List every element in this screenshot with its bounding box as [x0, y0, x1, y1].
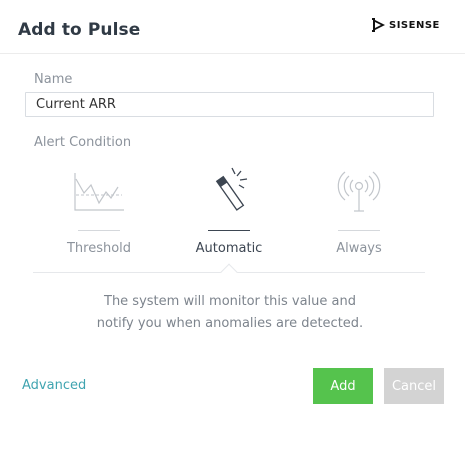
description-line-1: The system will monitor this value and	[104, 294, 356, 309]
alert-option-automatic[interactable]: Automatic	[184, 165, 274, 265]
alert-option-always[interactable]: Always	[314, 165, 404, 265]
threshold-label: Threshold	[66, 241, 132, 256]
automatic-underline	[208, 230, 250, 231]
add-button[interactable]: Add	[313, 368, 373, 404]
name-input[interactable]	[25, 92, 434, 117]
description-line-2: notify you when anomalies are detected.	[96, 316, 364, 331]
magic-wand-icon	[215, 167, 248, 211]
name-label: Name	[34, 72, 73, 87]
selection-pointer	[220, 263, 238, 281]
sisense-logo-icon	[372, 18, 385, 32]
threshold-chart-icon	[74, 173, 124, 211]
dialog-header: Add to Pulse SISENSE	[0, 0, 465, 54]
alert-option-threshold[interactable]: Threshold	[54, 165, 144, 265]
advanced-link[interactable]: Advanced	[22, 378, 86, 393]
automatic-label: Automatic	[195, 241, 263, 256]
always-label: Always	[336, 241, 382, 256]
cancel-button[interactable]: Cancel	[384, 368, 444, 404]
sisense-logo: SISENSE	[372, 18, 440, 32]
broadcast-antenna-icon	[337, 171, 381, 212]
always-underline	[338, 230, 380, 231]
condition-description: The system will monitor this value and n…	[60, 291, 400, 335]
alert-condition-label: Alert Condition	[34, 135, 132, 150]
dialog-title: Add to Pulse	[18, 20, 141, 40]
brand-name: SISENSE	[389, 19, 440, 31]
add-to-pulse-dialog: Add to Pulse SISENSE Name Alert Conditio…	[0, 0, 465, 460]
threshold-underline	[78, 230, 120, 231]
